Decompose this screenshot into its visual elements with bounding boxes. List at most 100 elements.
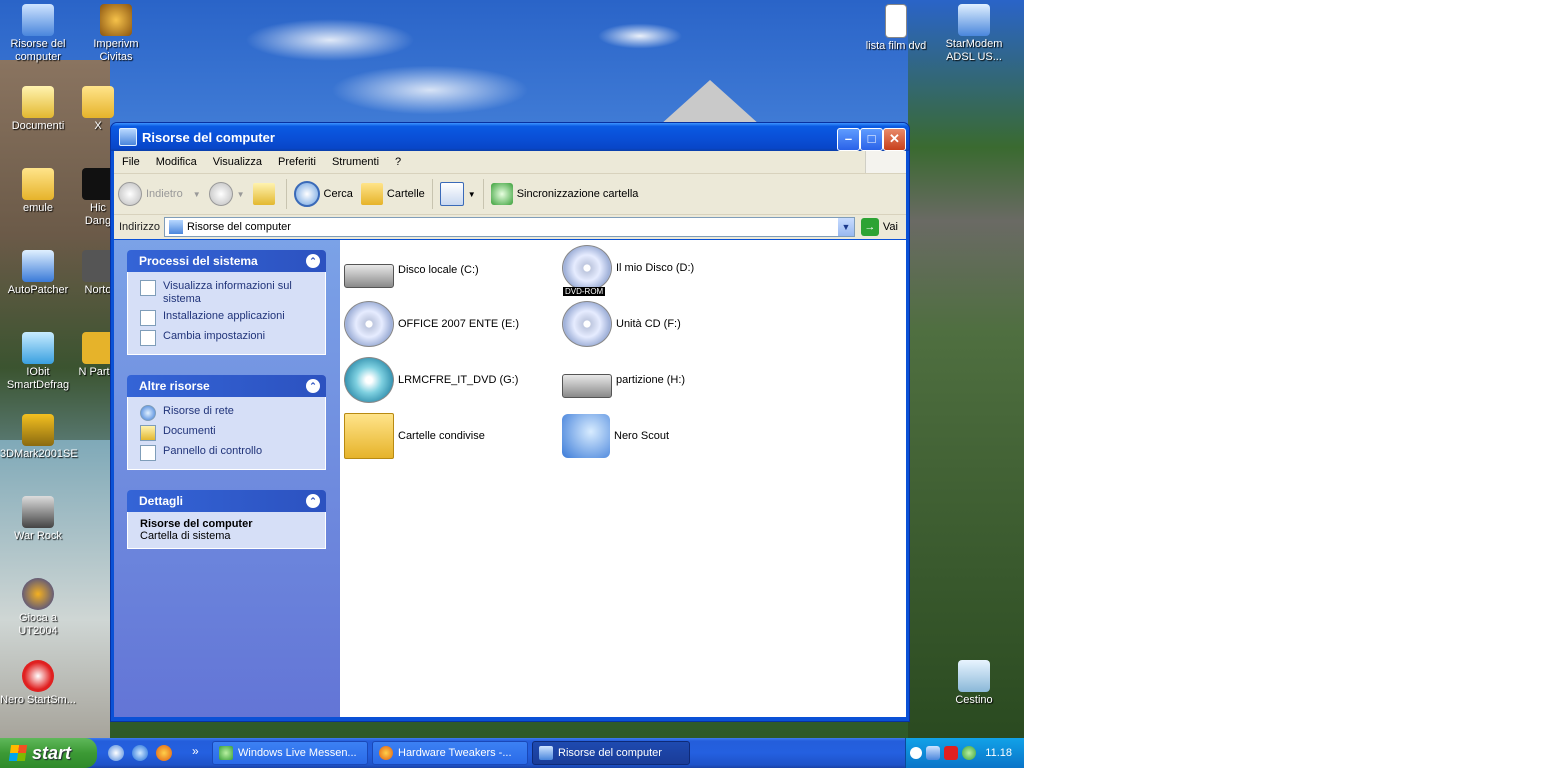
forward-dropdown-icon[interactable]: ▼ <box>237 190 245 199</box>
back-button[interactable]: Indietro ▼ <box>114 177 205 211</box>
go-button[interactable]: → Vai <box>855 218 906 236</box>
hard-drive-icon <box>562 373 612 398</box>
drive-g[interactable]: LRMCFRE_IT_DVD (G:) <box>344 356 554 404</box>
collapse-icon[interactable]: ⌃ <box>306 494 320 508</box>
system-tasks-header[interactable]: Processi del sistema ⌃ <box>127 250 326 272</box>
maximize-button[interactable]: □ <box>860 128 883 151</box>
quicklaunch-firefox-icon[interactable] <box>156 745 172 761</box>
tray-expand-icon[interactable] <box>910 747 922 759</box>
messenger-icon <box>219 746 233 760</box>
menu-edit[interactable]: Modifica <box>148 156 205 168</box>
up-button[interactable] <box>249 177 283 211</box>
search-button[interactable]: Cerca <box>290 177 357 211</box>
task-my-computer[interactable]: Risorse del computer <box>532 741 690 765</box>
nero-scout-icon <box>562 414 610 458</box>
desktop-icon-emule[interactable]: emule <box>0 168 76 215</box>
desktop-icon-my-computer[interactable]: Risorse del computer <box>0 4 76 64</box>
drive-e[interactable]: OFFICE 2007 ENTE (E:) <box>344 300 554 348</box>
folders-icon <box>360 183 383 205</box>
menu-favorites[interactable]: Preferiti <box>270 156 324 168</box>
documents-folder-icon <box>22 86 54 118</box>
collapse-icon[interactable]: ⌃ <box>306 254 320 268</box>
quicklaunch-desktop-icon[interactable] <box>108 745 124 761</box>
kaspersky-tray-icon[interactable] <box>944 746 958 760</box>
views-icon <box>439 182 464 206</box>
task-change-settings[interactable]: Cambia impostazioni <box>140 328 325 348</box>
office-cd-icon <box>344 301 394 347</box>
desktop-icon-documents[interactable]: Documenti <box>0 86 76 133</box>
desktop-icon-lista-film[interactable]: lista film dvd <box>858 4 934 53</box>
hard-drive-icon <box>344 263 394 288</box>
other-places-header[interactable]: Altre risorse ⌃ <box>127 375 326 397</box>
address-input[interactable]: Risorse del computer ▼ <box>163 217 855 237</box>
folder-icon <box>22 168 54 200</box>
computer-icon <box>22 4 54 36</box>
quicklaunch-ie-icon[interactable] <box>132 745 148 761</box>
place-network[interactable]: Risorse di rete <box>140 403 325 423</box>
collapse-icon[interactable]: ⌃ <box>306 379 320 393</box>
drive-c[interactable]: Disco locale (C:) <box>344 246 554 294</box>
shared-folders[interactable]: Cartelle condivise <box>344 412 554 460</box>
autopatcher-icon <box>22 250 54 282</box>
minimize-button[interactable]: – <box>837 128 860 151</box>
desktop-icon-imperivm[interactable]: Imperivm Civitas <box>78 4 154 64</box>
desktop-icon-war-rock[interactable]: War Rock <box>0 496 76 543</box>
title-bar[interactable]: Risorse del computer <box>111 123 909 151</box>
nero-scout[interactable]: Nero Scout <box>562 412 772 460</box>
desktop-icon-autopatcher[interactable]: AutoPatcher <box>0 250 76 297</box>
messenger-tray-icon[interactable] <box>962 746 976 760</box>
toolbar-separator <box>285 179 287 209</box>
desktop-icon-ut2004[interactable]: Gioca a UT2004 <box>0 578 76 638</box>
dvd-rom-badge: DVD-ROM <box>563 287 606 296</box>
views-button[interactable]: ▼ <box>436 177 480 211</box>
quicklaunch-more-button[interactable]: » <box>192 744 199 758</box>
task-windows-live-messenger[interactable]: Windows Live Messen... <box>212 741 368 765</box>
task-pane: Processi del sistema ⌃ Visualizza inform… <box>114 240 340 717</box>
documents-icon <box>140 425 156 441</box>
recycle-bin-icon <box>958 660 990 692</box>
desktop-icon-3dmark[interactable]: 3DMark2001SE <box>0 414 78 461</box>
desktop-icon-starmodem[interactable]: StarModem ADSL US... <box>936 4 1012 64</box>
start-button[interactable]: start <box>0 738 97 768</box>
nero-icon <box>22 660 54 692</box>
menu-help[interactable]: ? <box>387 156 409 168</box>
clock: 11.18 <box>985 747 1012 759</box>
drive-f[interactable]: Unità CD (F:) <box>562 300 772 348</box>
details-header[interactable]: Dettagli ⌃ <box>127 490 326 512</box>
forward-button[interactable]: ▼ <box>205 177 249 211</box>
drive-d[interactable]: DVD-ROM Il mio Disco (D:) <box>562 244 772 296</box>
folders-button[interactable]: Cartelle <box>357 177 429 211</box>
network-icon <box>140 405 156 421</box>
menu-tools[interactable]: Strumenti <box>324 156 387 168</box>
close-button[interactable]: ✕ <box>883 128 906 151</box>
desktop-icon-recycle-bin[interactable]: Cestino <box>936 660 1012 707</box>
sync-icon <box>490 183 513 205</box>
network-tray-icon[interactable] <box>926 746 940 760</box>
search-icon <box>293 181 320 207</box>
desktop-icon-iobit[interactable]: IObit SmartDefrag <box>0 332 76 392</box>
taskbar: start » Windows Live Messen... Hardware … <box>0 738 1024 768</box>
shared-folder-icon <box>344 413 394 459</box>
back-dropdown-icon[interactable]: ▼ <box>193 190 201 199</box>
address-dropdown-icon[interactable]: ▼ <box>837 218 854 236</box>
sync-folder-button[interactable]: Sincronizzazione cartella <box>487 177 643 211</box>
menu-view[interactable]: Visualizza <box>205 156 270 168</box>
menu-file[interactable]: File <box>114 156 148 168</box>
place-documents[interactable]: Documenti <box>140 423 325 443</box>
my-computer-icon <box>539 746 553 760</box>
windows-dvd-icon <box>344 357 394 403</box>
task-add-remove-programs[interactable]: Installazione applicazioni <box>140 308 325 328</box>
address-bar: Indirizzo Risorse del computer ▼ → Vai <box>114 215 906 239</box>
desktop-icon-nero[interactable]: Nero StartSm... <box>0 660 76 707</box>
3dmark-icon <box>22 414 54 446</box>
my-computer-icon <box>168 220 183 234</box>
folder-up-icon <box>252 183 275 205</box>
windows-logo-icon <box>865 151 906 173</box>
task-view-system-info[interactable]: Visualizza informazioni sul sistema <box>140 278 325 308</box>
address-label: Indirizzo <box>119 221 160 233</box>
details-name: Risorse del computer <box>140 518 253 530</box>
place-control-panel[interactable]: Pannello di controllo <box>140 443 325 463</box>
details-description: Cartella di sistema <box>140 530 231 542</box>
task-hardware-tweakers[interactable]: Hardware Tweakers -... <box>372 741 528 765</box>
drive-h[interactable]: partizione (H:) <box>562 356 772 404</box>
